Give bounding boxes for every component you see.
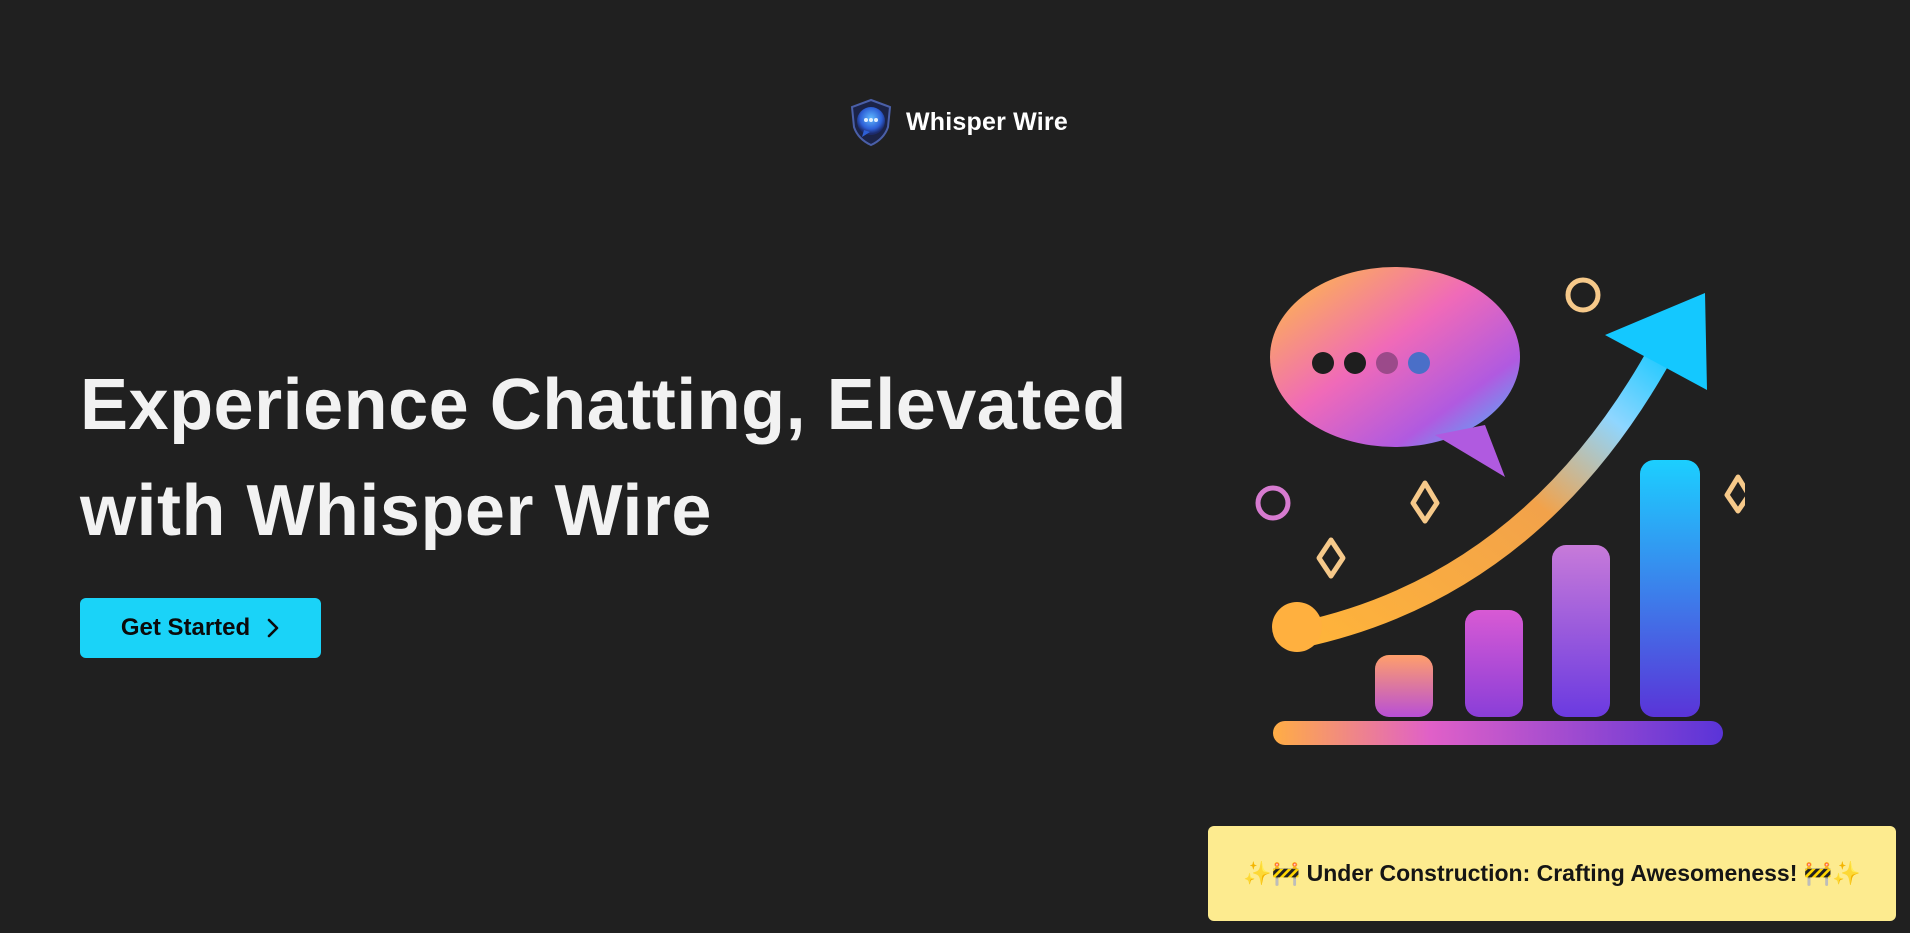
get-started-label: Get Started [120,614,251,641]
whisper-wire-logo-icon [850,98,892,147]
hero-title: Experience Chatting, Elevated with Whispe… [80,352,1180,564]
chevron-right-icon [267,618,279,638]
hero-title-line-1: Experience Chatting, Elevated [80,365,1127,445]
under-construction-text: ✨🚧 Under Construction: Crafting Awesomen… [1242,860,1862,886]
bar-chart-icon [1273,460,1723,745]
chat-bubble-icon [1270,267,1520,477]
under-construction-banner: ✨🚧 Under Construction: Crafting Awesomen… [1208,826,1896,921]
brand-name: Whisper Wire [906,107,1068,136]
hero-title-line-2: with Whisper Wire [80,471,712,551]
brand[interactable]: Whisper Wire [846,96,1068,148]
chat-growth-illustration [1255,267,1745,745]
get-started-button[interactable]: Get Started [80,598,321,658]
